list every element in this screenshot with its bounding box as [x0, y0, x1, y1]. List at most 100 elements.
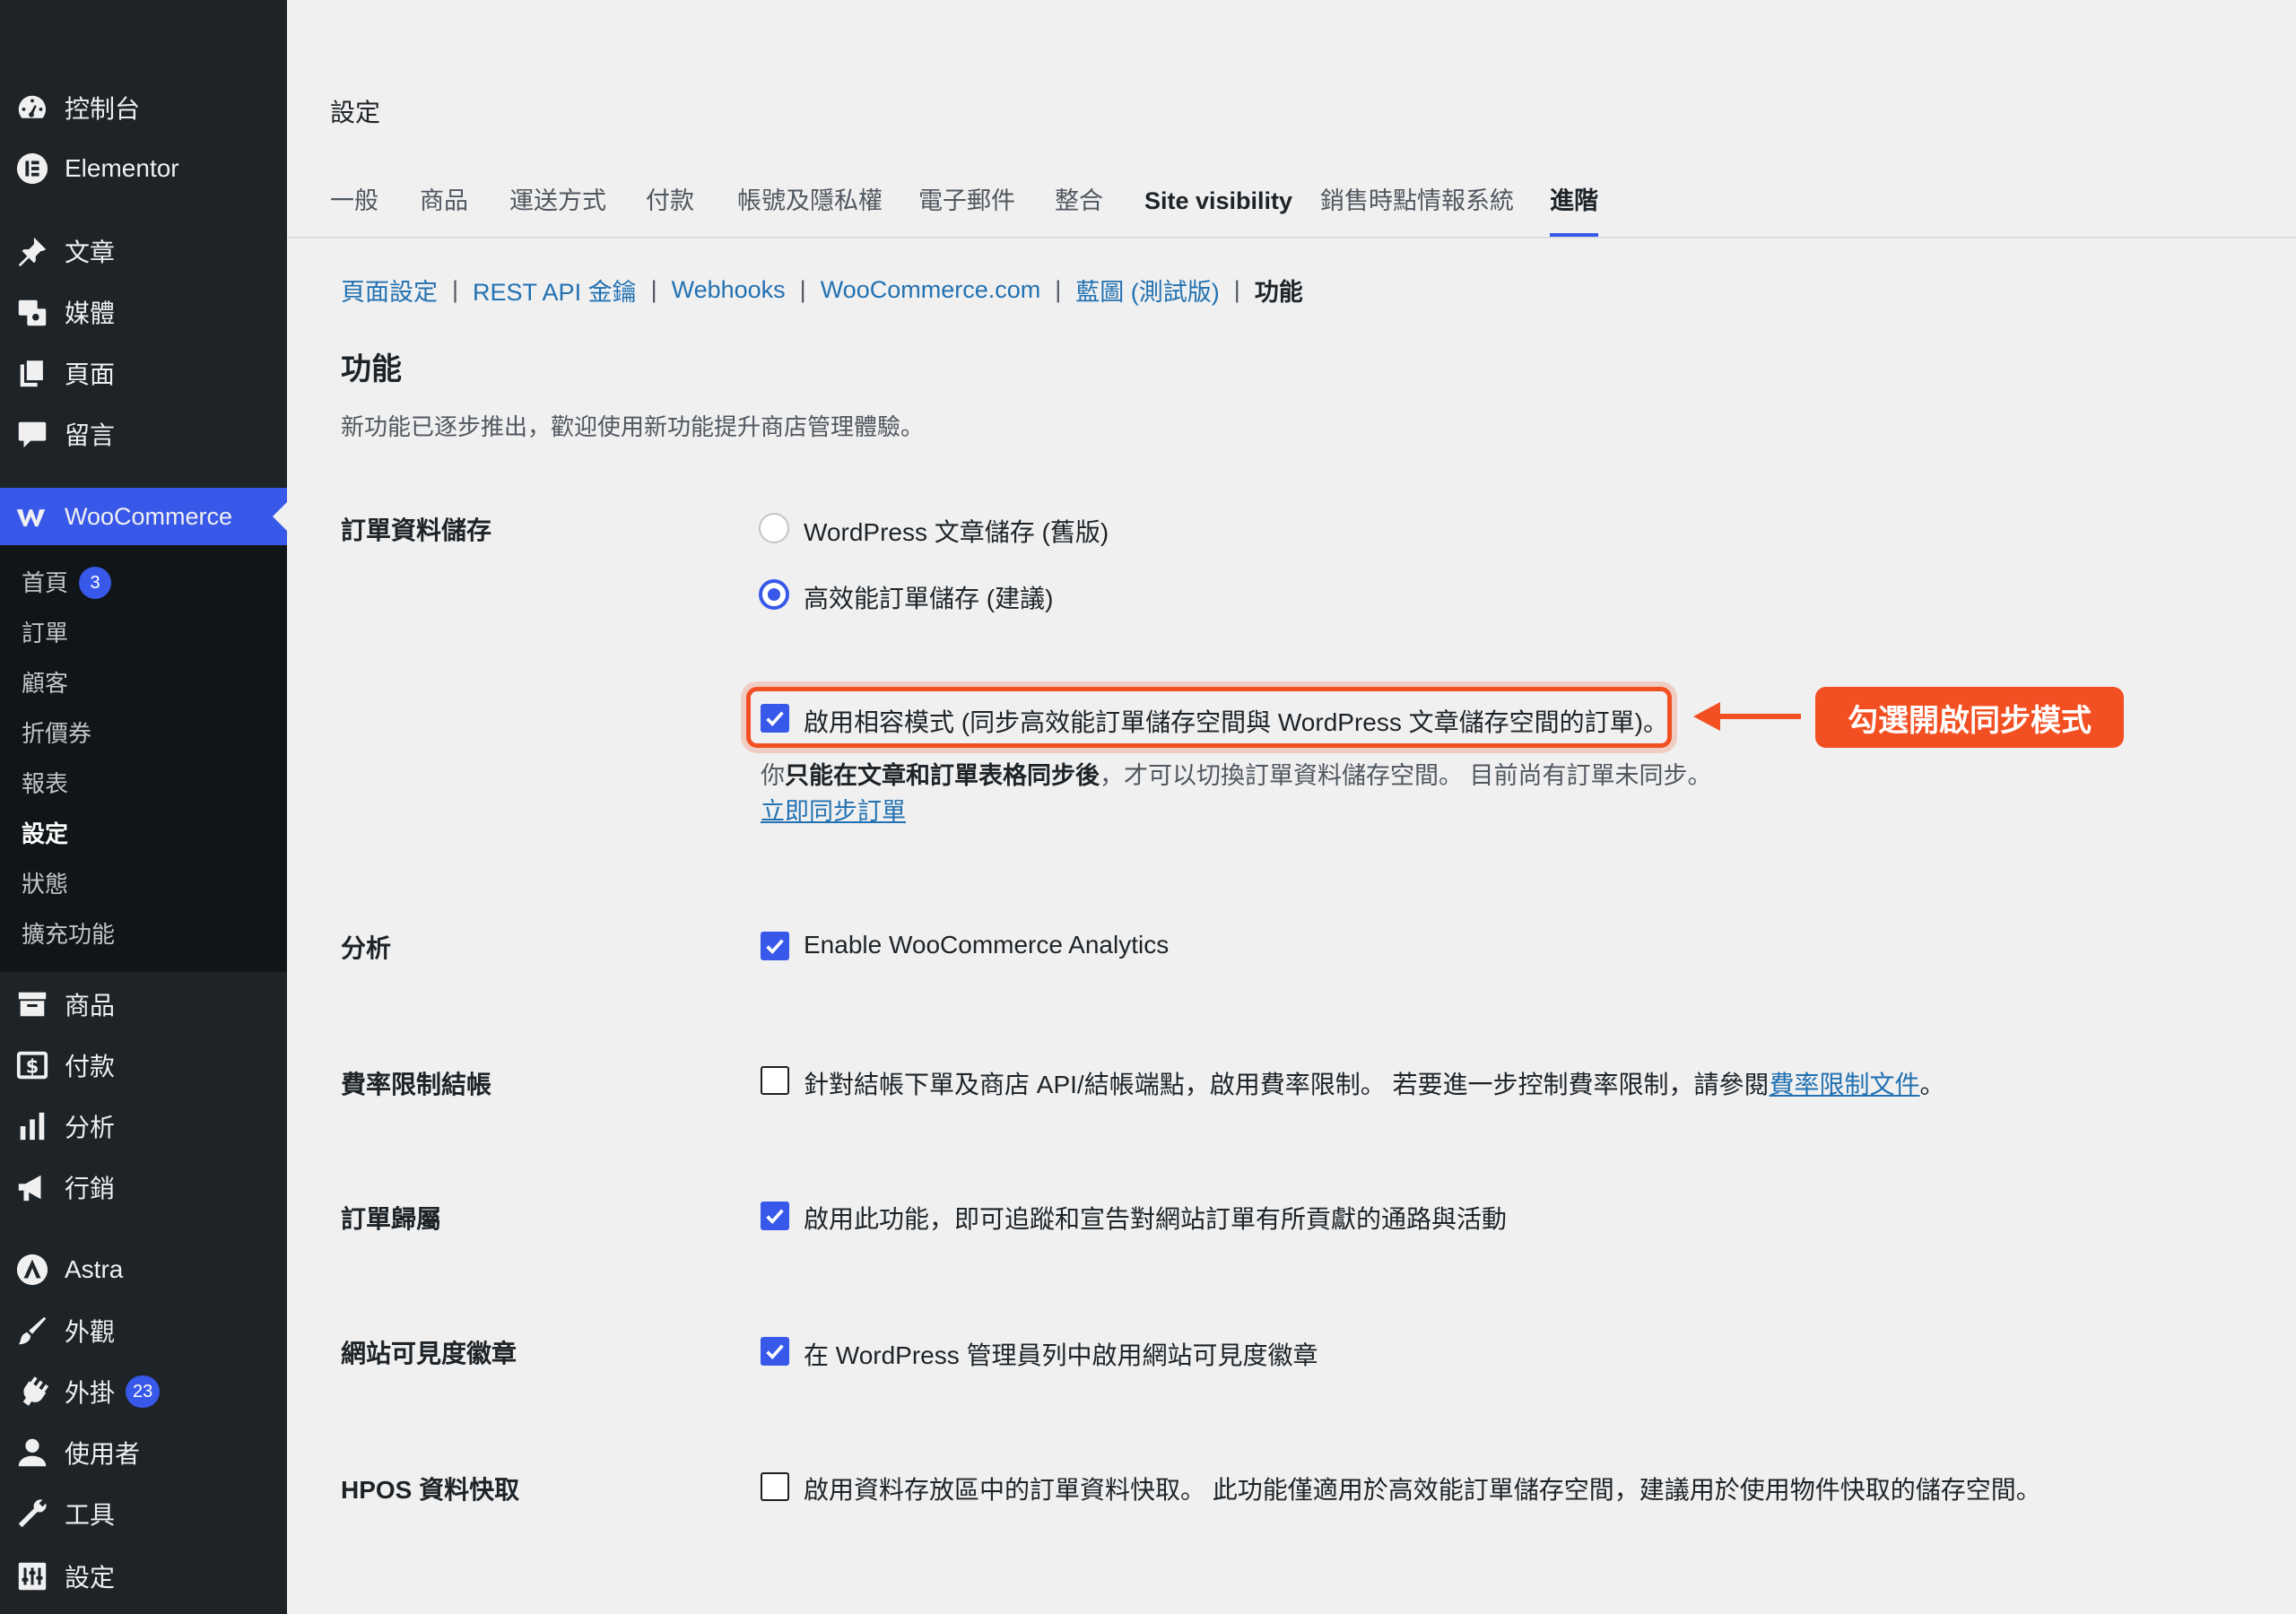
pin-icon	[14, 233, 50, 269]
arrow-line	[1715, 714, 1801, 719]
sidebar-item-comments[interactable]: 留言	[0, 405, 287, 463]
separator: |	[1055, 276, 1062, 303]
media-icon	[14, 294, 50, 330]
separator: |	[1233, 276, 1240, 303]
tab-point-of-sale[interactable]: 銷售時點情報系統	[1320, 183, 1514, 237]
sidebar-item-marketing[interactable]: 行銷	[0, 1158, 287, 1216]
sidebar-item-products[interactable]: 商品	[0, 976, 287, 1033]
admin-sidebar: 控制台 Elementor 文章 媒體 頁面 留言 WooCommerce 首頁…	[0, 0, 287, 1614]
attribution-label: 訂單歸屬	[341, 1205, 442, 1233]
analytics-label: 分析	[341, 934, 392, 962]
hint-bold: 只能在文章和訂單表格同步後	[785, 762, 1100, 789]
money-icon: $	[14, 1047, 50, 1083]
rate-limit-suffix: 。	[1919, 1071, 1945, 1098]
sidebar-item-label: 付款	[65, 1053, 116, 1080]
sidebar-item-posts[interactable]: 文章	[0, 222, 287, 280]
sidebar-item-label: 使用者	[65, 1440, 141, 1468]
sidebar-item-astra[interactable]: Astra	[0, 1241, 287, 1298]
checkmark-icon	[766, 711, 784, 726]
section-heading: 功能	[341, 352, 402, 386]
analytics-checkbox[interactable]	[761, 932, 789, 960]
archive-icon	[14, 986, 50, 1022]
sidebar-item-appearance[interactable]: 外觀	[0, 1302, 287, 1359]
submenu-item-label: 首頁	[22, 569, 69, 596]
sidebar-item-label: 行銷	[65, 1175, 116, 1202]
tab-products[interactable]: 商品	[420, 183, 468, 237]
attribution-checkbox[interactable]	[761, 1202, 789, 1230]
sidebar-item-label: 媒體	[65, 299, 116, 327]
sidebar-item-tools[interactable]: 工具	[0, 1485, 287, 1542]
tab-shipping[interactable]: 運送方式	[509, 183, 606, 237]
sync-hint-text: 你只能在文章和訂單表格同步後，才可以切換訂單資料儲存空間。 目前尚有訂單未同步。	[761, 756, 1712, 791]
subsub-link-woocommerce-com[interactable]: WooCommerce.com	[821, 276, 1041, 304]
radio-hpos-label: 高效能訂單儲存 (建議)	[804, 585, 1054, 612]
sync-orders-link[interactable]: 立即同步訂單	[761, 792, 906, 827]
submenu-item-coupons[interactable]: 折價券	[22, 716, 91, 751]
rate-limit-checkbox[interactable]	[761, 1066, 789, 1095]
subsub-link-page-setup[interactable]: 頁面設定	[341, 273, 438, 308]
sidebar-item-label: 頁面	[65, 360, 116, 388]
page-title: 設定	[330, 99, 381, 126]
compat-mode-checkbox[interactable]	[761, 704, 789, 733]
separator: |	[650, 276, 657, 303]
pages-icon	[14, 355, 50, 391]
sidebar-item-dashboard[interactable]: 控制台	[0, 79, 287, 136]
submenu-item-reports[interactable]: 報表	[22, 766, 68, 802]
radio-hpos[interactable]	[759, 579, 789, 610]
sidebar-item-pages[interactable]: 頁面	[0, 344, 287, 402]
tab-payments[interactable]: 付款	[646, 183, 694, 237]
section-description: 新功能已逐步推出，歡迎使用新功能提升商店管理體驗。	[341, 413, 925, 440]
sidebar-item-analytics[interactable]: 分析	[0, 1098, 287, 1155]
order-storage-label: 訂單資料儲存	[341, 516, 492, 544]
sidebar-item-elementor[interactable]: Elementor	[0, 140, 287, 197]
tab-accounts-privacy[interactable]: 帳號及隱私權	[737, 183, 883, 237]
tab-site-visibility[interactable]: Site visibility	[1144, 183, 1292, 237]
subsub-link-webhooks[interactable]: Webhooks	[672, 276, 786, 304]
separator: |	[452, 276, 459, 303]
settings-icon	[14, 1558, 50, 1594]
hpos-cache-label: HPOS 資料快取	[341, 1476, 520, 1504]
astra-icon	[14, 1252, 50, 1288]
tab-general[interactable]: 一般	[330, 183, 378, 237]
hpos-cache-checkbox[interactable]	[761, 1472, 789, 1501]
sidebar-item-settings[interactable]: 設定	[0, 1548, 287, 1605]
sidebar-item-label: 控制台	[65, 95, 141, 123]
sidebar-item-label: Astra	[65, 1255, 124, 1283]
subsub-link-rest-api[interactable]: REST API 金鑰	[473, 273, 637, 308]
submenu-item-customers[interactable]: 顧客	[22, 665, 68, 701]
submenu-item-label: 折價券	[22, 720, 92, 747]
bar-chart-icon	[14, 1108, 50, 1144]
sidebar-item-payments[interactable]: $ 付款	[0, 1037, 287, 1094]
comment-icon	[14, 416, 50, 452]
sidebar-item-woocommerce[interactable]: WooCommerce	[0, 488, 287, 545]
sidebar-item-label: 設定	[65, 1564, 116, 1592]
attribution-option-label: 啟用此功能，即可追蹤和宣告對網站訂單有所貢獻的通路與活動	[804, 1205, 1508, 1233]
tab-emails[interactable]: 電子郵件	[918, 183, 1015, 237]
hint-suffix: ，才可以切換訂單資料儲存空間。 目前尚有訂單未同步。	[1100, 762, 1712, 789]
submenu-item-settings[interactable]: 設定	[22, 816, 68, 852]
woocommerce-submenu: 首頁 3 訂單 顧客 折價券 報表 設定 狀態 擴充功能	[0, 545, 287, 972]
sidebar-item-label: 分析	[65, 1114, 116, 1141]
radio-wordpress-posts[interactable]	[759, 513, 789, 543]
sidebar-item-users[interactable]: 使用者	[0, 1424, 287, 1481]
sidebar-item-media[interactable]: 媒體	[0, 283, 287, 341]
tab-advanced[interactable]: 進階	[1550, 183, 1598, 237]
count-badge: 23	[126, 1375, 161, 1408]
sidebar-item-label: 文章	[65, 239, 116, 266]
subsub-link-blueprint[interactable]: 藍圖 (測試版)	[1075, 273, 1219, 308]
user-icon	[14, 1435, 50, 1471]
sidebar-item-label: 留言	[65, 421, 116, 449]
submenu-item-label: 擴充功能	[22, 921, 116, 948]
sidebar-item-label: 商品	[65, 992, 116, 1020]
visibility-badge-checkbox[interactable]	[761, 1337, 789, 1366]
submenu-item-orders[interactable]: 訂單	[22, 615, 68, 651]
submenu-item-status[interactable]: 狀態	[22, 866, 68, 902]
rate-limit-option-text: 針對結帳下單及商店 API/結帳端點，啟用費率限制。 若要進一步控制費率限制，請…	[804, 1071, 1770, 1098]
rate-limit-docs-link[interactable]: 費率限制文件	[1769, 1071, 1919, 1098]
megaphone-icon	[14, 1169, 50, 1205]
tab-integration[interactable]: 整合	[1055, 183, 1103, 237]
sidebar-item-plugins[interactable]: 外掛 23	[0, 1363, 287, 1420]
submenu-item-extensions[interactable]: 擴充功能	[22, 916, 115, 952]
submenu-item-home[interactable]: 首頁 3	[22, 565, 112, 601]
plugin-icon	[14, 1374, 50, 1410]
